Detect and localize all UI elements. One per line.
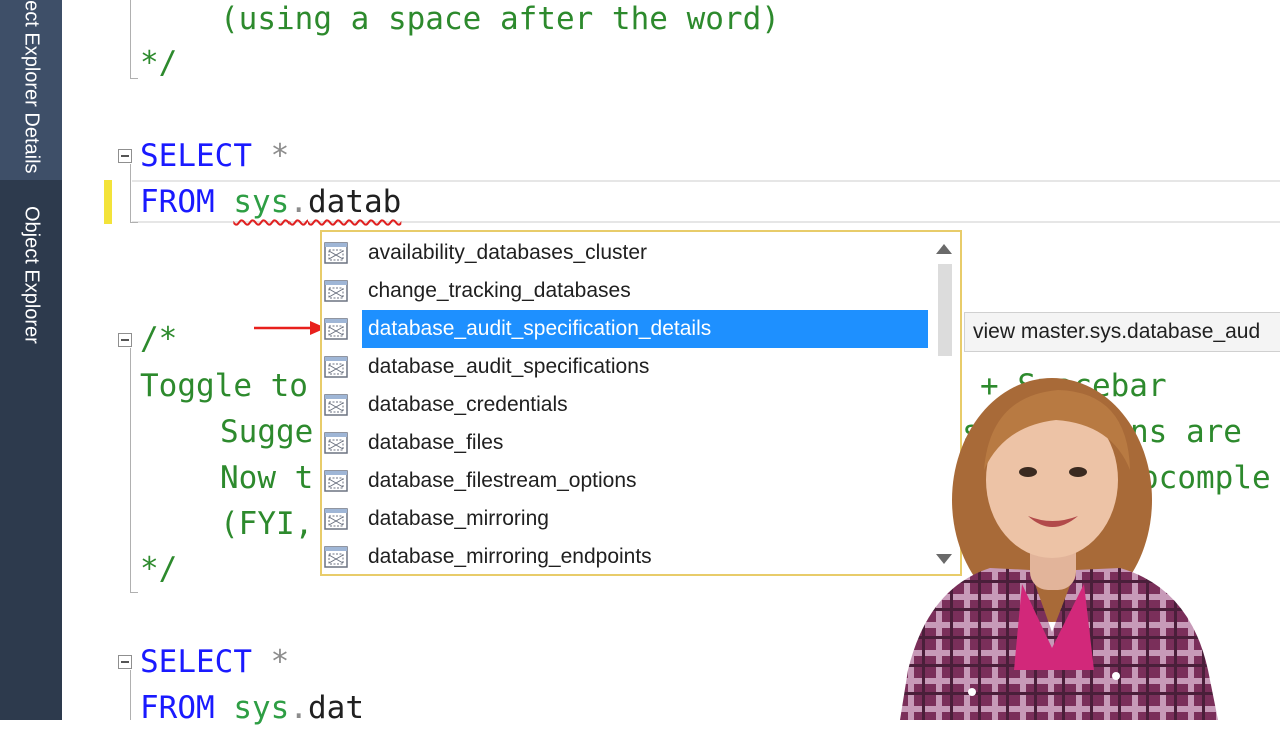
scrollbar-thumb[interactable]: [938, 264, 952, 356]
completion-item[interactable]: database_audit_specification_details: [322, 310, 930, 348]
completion-tooltip: view master.sys.database_aud: [964, 312, 1280, 352]
tab-object-explorer-details[interactable]: Object Explorer Details: [0, 0, 62, 180]
tab-object-explorer-label: Object Explorer: [20, 206, 43, 344]
completion-item-label: database_mirroring_endpoints: [368, 545, 652, 568]
view-icon: [324, 280, 348, 302]
collapse-toggle-icon[interactable]: [118, 149, 132, 163]
completion-item[interactable]: database_audit_specifications: [322, 348, 930, 386]
code-line-fyi: (FYI,: [220, 506, 314, 542]
typed-identifier: datab: [308, 184, 402, 220]
outline-guide: [130, 0, 131, 78]
tab-object-explorer-details-label: Object Explorer Details: [20, 0, 43, 174]
completion-item-label: database_credentials: [368, 393, 568, 416]
outline-guide-end: [130, 222, 138, 223]
completion-item[interactable]: database_credentials: [322, 386, 930, 424]
completion-item-label: database_audit_specifications: [368, 355, 650, 378]
typed-identifier: dat: [308, 690, 364, 726]
code-line-select: SELECT *: [140, 133, 289, 179]
editor-gutter: [62, 0, 100, 720]
keyword-from: FROM: [140, 184, 215, 220]
code-line-select-2: SELECT *: [140, 639, 289, 685]
code-line-suggest: Sugge: [220, 414, 314, 450]
outline-guide: [130, 670, 131, 720]
completion-item-label: database_files: [368, 431, 504, 454]
completion-item[interactable]: database_filestream_options: [322, 462, 930, 500]
completion-items: availability_databases_cluster change_tra…: [322, 234, 930, 576]
keyword-select: SELECT: [140, 644, 252, 680]
tab-object-explorer[interactable]: Object Explorer: [0, 200, 62, 370]
presenter-video: [900, 378, 1218, 720]
code-line-now: Now t: [220, 460, 314, 496]
schema-sys: sys: [233, 690, 290, 726]
view-icon: [324, 356, 348, 378]
view-icon: [324, 432, 348, 454]
completion-item-label: database_audit_specification_details: [362, 310, 928, 348]
outline-guide: [130, 164, 131, 222]
change-marker: [104, 180, 112, 224]
completion-item-label: database_filestream_options: [368, 469, 637, 492]
code-line-toggle: Toggle to: [140, 368, 308, 404]
outline-guide: [130, 348, 131, 592]
code-line-comment-close-2: */: [140, 551, 178, 587]
operator-star: *: [270, 138, 290, 174]
view-icon: [324, 470, 348, 492]
code-line-from: FROM sys.datab: [140, 179, 401, 225]
keyword-from: FROM: [140, 690, 215, 726]
outline-guide-end: [130, 78, 138, 79]
keyword-select: SELECT: [140, 138, 252, 174]
operator-star: *: [270, 644, 290, 680]
view-icon: [324, 318, 348, 340]
view-icon: [324, 546, 348, 568]
collapse-toggle-icon[interactable]: [118, 333, 132, 347]
completion-item-label: database_mirroring: [368, 507, 549, 530]
code-line-comment-tail: (using a space after the word): [220, 1, 780, 37]
code-line-from-2: FROM sys.dat: [140, 685, 364, 731]
collapse-toggle-icon[interactable]: [118, 655, 132, 669]
view-icon: [324, 508, 348, 530]
completion-item[interactable]: database_files: [322, 424, 930, 462]
view-icon: [324, 394, 348, 416]
dot-separator: .: [289, 690, 308, 726]
red-arrow-icon: [254, 321, 326, 335]
code-line-comment-close: */: [140, 45, 178, 81]
code-line-comment-open: /*: [140, 321, 178, 357]
side-tool-strip: Object Explorer Details Object Explorer: [0, 0, 62, 720]
schema-sys: sys: [233, 184, 290, 220]
outline-guide-end: [130, 592, 138, 593]
completion-item-label: availability_databases_cluster: [368, 241, 647, 264]
completion-item[interactable]: availability_databases_cluster: [322, 234, 930, 272]
view-icon: [324, 242, 348, 264]
completion-item[interactable]: database_mirroring_endpoints: [322, 538, 930, 576]
dot-separator: .: [289, 184, 308, 220]
completion-item[interactable]: change_tracking_databases: [322, 272, 930, 310]
intellisense-completion-list[interactable]: availability_databases_cluster change_tra…: [320, 230, 962, 576]
scroll-up-arrow-icon[interactable]: [936, 244, 952, 254]
completion-item[interactable]: database_mirroring: [322, 500, 930, 538]
completion-item-label: change_tracking_databases: [368, 279, 631, 302]
